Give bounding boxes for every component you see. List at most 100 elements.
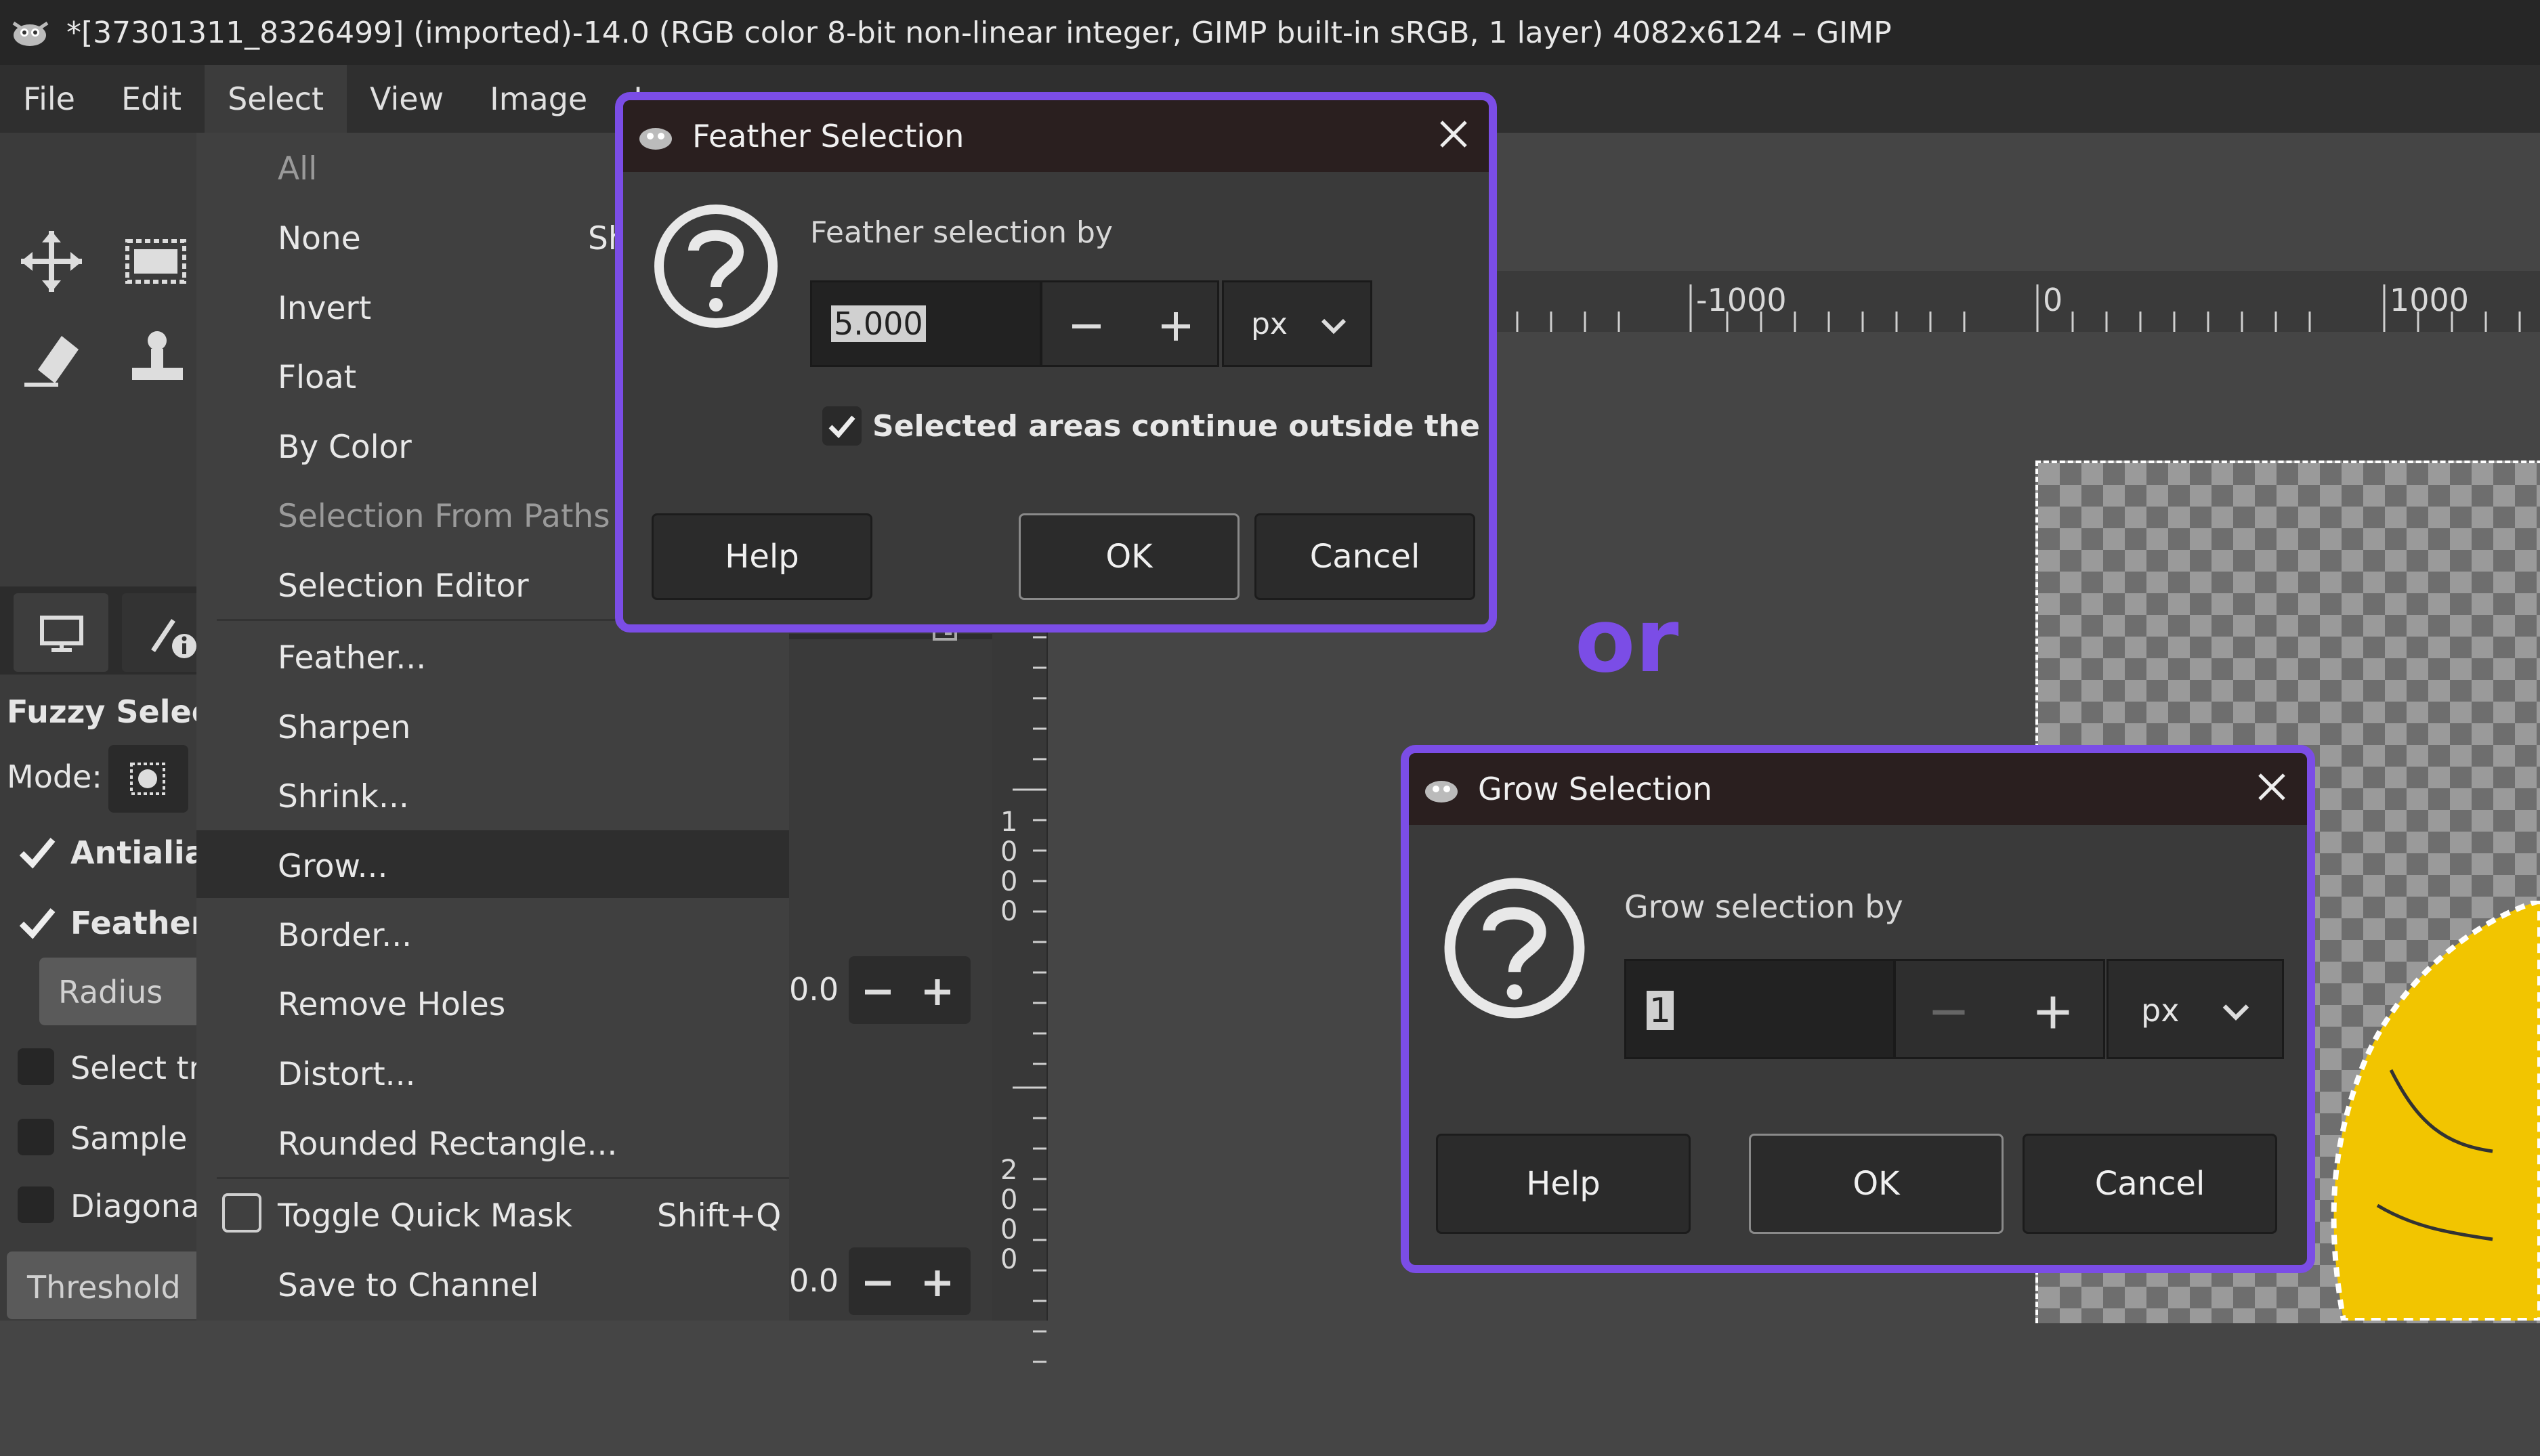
mode-label: Mode: [7, 758, 102, 795]
plus-icon[interactable] [1159, 309, 1193, 343]
checkmark-icon [828, 415, 855, 439]
plus-icon[interactable] [920, 975, 954, 1009]
minus-icon[interactable] [1070, 309, 1103, 343]
minus-icon[interactable] [861, 975, 895, 1009]
horizontal-ruler-ticks [1516, 284, 2521, 332]
feather-ok-button[interactable]: OK [1019, 513, 1240, 600]
tool-options-icon [40, 616, 83, 652]
menu-item-toggle-quick-mask[interactable]: Toggle Quick Mask [278, 1197, 572, 1235]
title-bar: *[37301311_8326499] (imported)-14.0 (RGB… [0, 0, 2540, 65]
tool-options-tab[interactable] [14, 593, 108, 672]
question-icon [1444, 878, 1585, 1019]
eraser-tool-icon[interactable] [18, 322, 85, 390]
select-transparent-checkbox[interactable] [18, 1048, 54, 1085]
sample-merged-checkbox[interactable] [18, 1119, 54, 1155]
menu-item-selection-from-paths[interactable]: Selection From Paths [278, 498, 610, 535]
radius-stepper [849, 956, 971, 1024]
select-transparent-label: Select tr [70, 1050, 202, 1086]
menu-item-all[interactable]: All [278, 150, 317, 188]
grow-cancel-button[interactable]: Cancel [2023, 1134, 2277, 1234]
menu-item-invert[interactable]: Invert [278, 290, 371, 327]
menu-item-float[interactable]: Float [278, 359, 356, 396]
clone-tool-icon[interactable] [125, 326, 190, 390]
threshold-value: 0.0 [789, 1262, 839, 1299]
feather-value-text: 5.000 [831, 305, 926, 342]
grow-unit-select[interactable]: px [2107, 959, 2284, 1059]
close-icon[interactable] [2251, 767, 2292, 807]
threshold-slider[interactable]: Threshold [7, 1251, 196, 1319]
menu-item-remove-holes[interactable]: Remove Holes [278, 986, 505, 1023]
panel-divider [789, 634, 992, 639]
close-icon[interactable] [1433, 114, 1474, 154]
move-tool-icon[interactable] [18, 228, 85, 295]
plus-icon[interactable] [920, 1266, 954, 1300]
sample-merged-label: Sample r [70, 1120, 211, 1157]
menu-item-by-color[interactable]: By Color [278, 429, 412, 466]
feather-help-button[interactable]: Help [652, 513, 872, 600]
feather-prompt: Feather selection by [810, 215, 1113, 250]
hruler-label-0: 0 [2043, 282, 2063, 318]
window-title: *[37301311_8326499] (imported)-14.0 (RGB… [66, 15, 1892, 50]
hruler-label-1000: 1000 [2390, 282, 2470, 318]
menu-file[interactable]: File [0, 65, 98, 133]
grow-value-text: 1 [1647, 991, 1674, 1030]
menu-edit[interactable]: Edit [98, 65, 205, 133]
diagonal-checkbox[interactable] [18, 1186, 54, 1223]
grow-selection-dialog: Grow Selection Grow selection by 1 px He… [1401, 745, 2315, 1273]
menu-view[interactable]: View [347, 65, 467, 133]
chevron-down-icon [2222, 1004, 2249, 1021]
minus-icon[interactable] [1930, 993, 1968, 1031]
menu-image[interactable]: Image [467, 65, 610, 133]
grow-value-input[interactable]: 1 [1624, 959, 1895, 1059]
threshold-label: Threshold [27, 1269, 181, 1306]
menu-item-shrink[interactable]: Shrink... [278, 778, 409, 815]
menu-item-grow[interactable]: Grow... [278, 848, 387, 885]
leaf-image [2331, 901, 2540, 1321]
continue-outside-checkbox[interactable] [822, 406, 862, 446]
gimp-logo-icon [12, 21, 49, 46]
menu-item-border[interactable]: Border... [278, 917, 412, 954]
radius-value: 0.0 [789, 971, 839, 1008]
quick-mask-checkbox[interactable] [222, 1193, 261, 1233]
minus-icon[interactable] [861, 1266, 895, 1300]
grow-help-button[interactable]: Help [1436, 1134, 1691, 1234]
radius-slider[interactable]: Radius [39, 958, 196, 1025]
menu-item-rounded-rectangle[interactable]: Rounded Rectangle... [278, 1126, 617, 1163]
radius-label: Radius [58, 974, 163, 1010]
menu-select[interactable]: Select [205, 65, 347, 133]
grow-ok-button[interactable]: OK [1749, 1134, 2004, 1234]
question-icon [654, 205, 778, 328]
mode-replace-button[interactable] [108, 745, 188, 813]
menu-item-sharpen[interactable]: Sharpen [278, 709, 410, 746]
grow-prompt: Grow selection by [1624, 888, 1903, 925]
plus-icon[interactable] [2034, 993, 2072, 1031]
or-label: or [1575, 589, 1679, 692]
diagonal-label: Diagona [70, 1188, 200, 1224]
hruler-label-neg1000: -1000 [1696, 282, 1787, 318]
feather-value-input[interactable]: 5.000 [810, 280, 1042, 367]
feather-unit-select[interactable]: px [1222, 280, 1372, 367]
menu-item-quick-mask-shortcut: Shift+Q [657, 1197, 782, 1235]
feather-label: Feather [70, 905, 207, 941]
feather-cancel-button[interactable]: Cancel [1254, 513, 1475, 600]
continue-outside-label: Selected areas continue outside the imag… [872, 409, 1489, 444]
menu-item-feather[interactable]: Feather... [278, 639, 426, 677]
rect-select-tool-icon[interactable] [122, 234, 190, 288]
threshold-stepper [849, 1247, 971, 1315]
replace-mode-icon [130, 763, 165, 795]
feather-checkbox[interactable] [16, 902, 57, 943]
feather-dialog-title: Feather Selection [692, 118, 965, 154]
horizontal-ruler[interactable]: -1000 0 1000 [1490, 271, 2540, 332]
menu-item-none[interactable]: None [278, 220, 361, 257]
gimp-logo-icon [1425, 781, 1458, 802]
menu-separator [217, 1177, 789, 1179]
feather-dialog-titlebar: Feather Selection [623, 100, 1489, 172]
menu-item-save-to-channel[interactable]: Save to Channel [278, 1267, 538, 1304]
tool-options-title: Fuzzy Select [7, 693, 225, 730]
menu-item-distort[interactable]: Distort... [278, 1056, 416, 1093]
vruler-label-2000: 2000 [1000, 1155, 1018, 1275]
menu-item-selection-editor[interactable]: Selection Editor [278, 568, 529, 605]
antialias-checkbox[interactable] [16, 832, 57, 872]
feather-selection-dialog: Feather Selection Feather selection by 5… [615, 92, 1497, 633]
vertical-ruler-ticks [1013, 607, 1046, 1363]
